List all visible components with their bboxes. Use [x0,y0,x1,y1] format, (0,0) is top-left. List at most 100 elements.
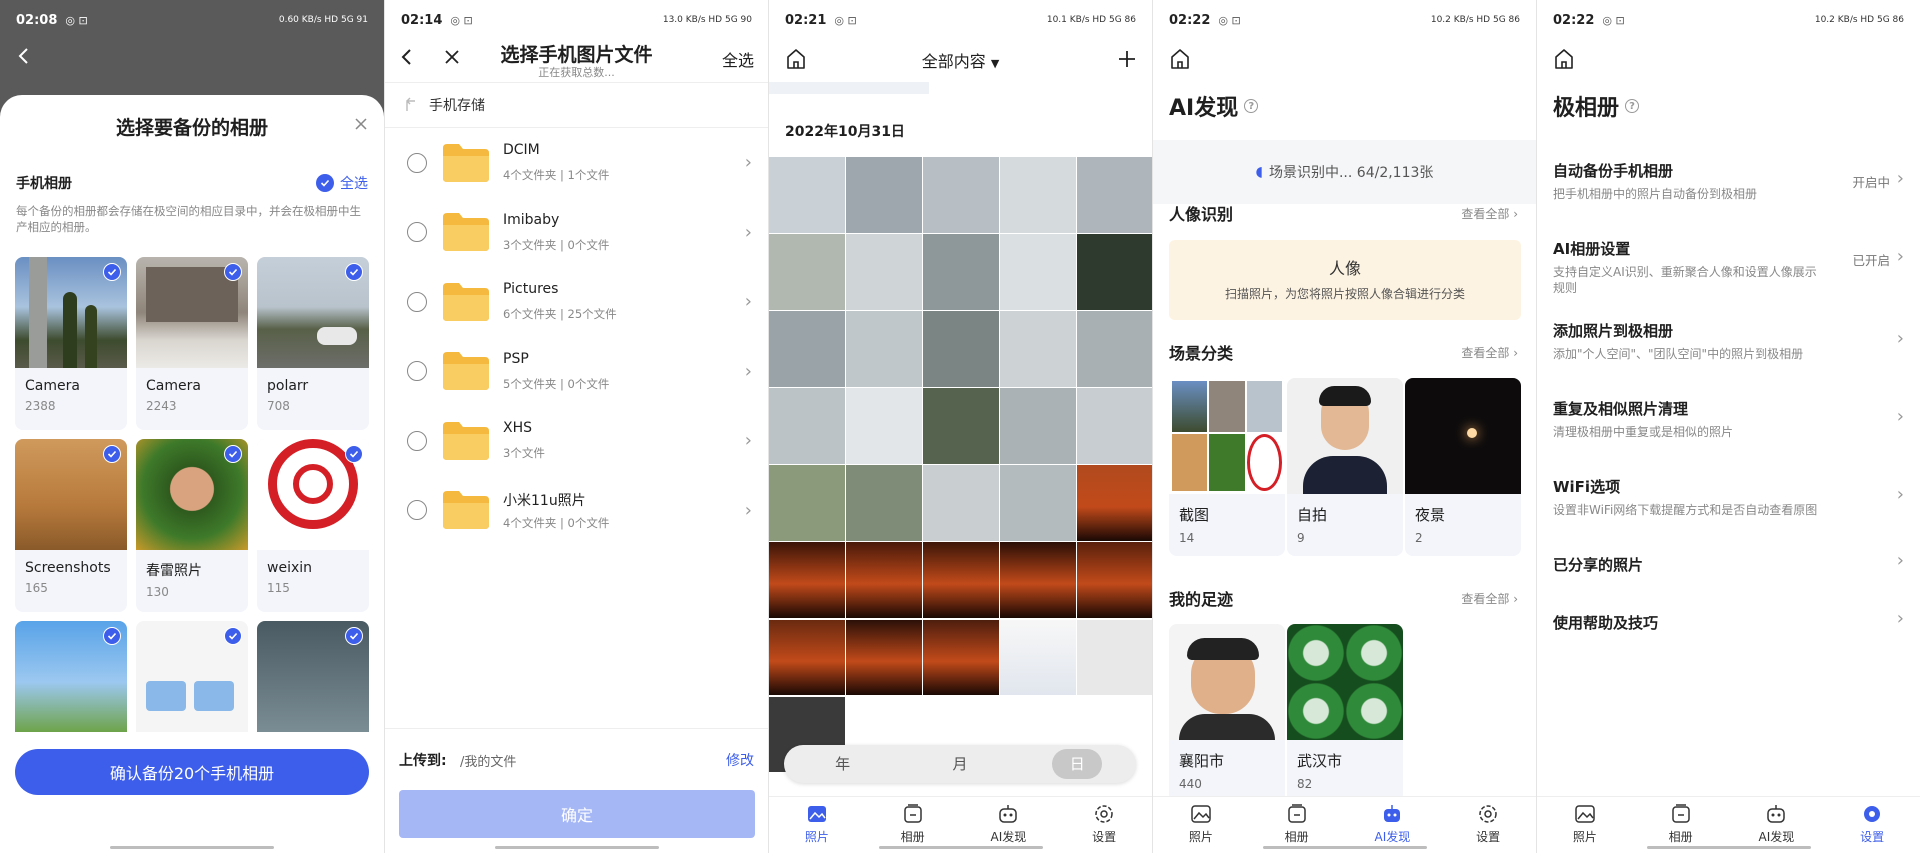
album-card[interactable]: 春雷照片 130 [136,439,248,612]
radio-button[interactable] [407,291,427,312]
place-card[interactable]: 襄阳市 440 [1169,624,1285,802]
confirm-backup-button[interactable]: 确认备份20个手机相册 [15,749,369,795]
breadcrumb-path[interactable]: 手机存储 [429,95,485,115]
see-all-link[interactable]: 查看全部 › [1461,590,1518,607]
photo-thumbnail[interactable] [1000,465,1076,541]
photo-thumbnail[interactable] [769,388,845,464]
photo-thumbnail[interactable] [923,542,999,619]
face-placeholder-card[interactable]: 人像 扫描照片，为您将照片按照人像合辑进行分类 [1169,240,1521,320]
photo-thumbnail[interactable] [1077,388,1152,464]
album-card[interactable]: Screenshots 165 [15,439,127,612]
list-item[interactable]: 小米11u照片 4个文件夹 | 0个文件 › [385,476,768,546]
home-icon[interactable] [1167,46,1193,72]
photo-thumbnail[interactable] [1077,311,1152,387]
album-card[interactable]: polarr 708 [257,257,369,430]
see-all-link[interactable]: 查看全部 › [1461,205,1518,222]
checkmark-icon[interactable] [224,263,242,281]
photo-thumbnail[interactable] [846,465,922,541]
photo-thumbnail[interactable] [769,234,845,310]
tab-settings[interactable]: 设置 [1440,797,1536,853]
tab-ai-discover[interactable]: AI发现 [1729,797,1825,853]
close-icon[interactable] [352,115,370,133]
photo-thumbnail[interactable] [846,311,922,387]
photo-thumbnail[interactable] [1000,234,1076,310]
tab-settings[interactable]: 设置 [1056,797,1152,853]
help-icon[interactable]: ? [1625,99,1640,113]
tab-photos[interactable]: 照片 [1153,797,1249,853]
setting-ai-album[interactable]: AI相册设置 支持自定义AI识别、重新聚合人像和设置人像展示规则 已开启 › [1537,220,1920,298]
photo-thumbnail[interactable] [769,542,845,619]
scene-card[interactable]: 截图 14 [1169,378,1285,556]
photo-thumbnail[interactable] [1077,465,1152,541]
photo-thumbnail[interactable] [1077,157,1152,233]
home-icon[interactable] [1551,46,1577,72]
checkmark-icon[interactable] [345,445,363,463]
photo-thumbnail[interactable] [1000,388,1076,464]
select-all-toggle[interactable]: 全选 [316,173,368,193]
photo-thumbnail[interactable] [1000,619,1076,696]
help-icon[interactable]: ? [1244,99,1259,113]
tab-albums[interactable]: 相册 [1249,797,1345,853]
photo-thumbnail[interactable] [769,465,845,541]
list-item[interactable]: Pictures 6个文件夹 | 25个文件 › [385,267,768,337]
setting-duplicate-cleanup[interactable]: 重复及相似照片清理 清理极相册中重复或是相似的照片 › [1537,380,1920,458]
tab-albums[interactable]: 相册 [1633,797,1729,853]
photo-thumbnail[interactable] [1000,542,1076,619]
content-filter-dropdown[interactable]: 全部内容 ▼ [769,48,1152,72]
back-icon[interactable] [12,44,36,68]
segment-month[interactable]: 月 [935,749,985,779]
album-card[interactable]: Camera 2243 [136,257,248,430]
tab-photos[interactable]: 照片 [769,797,865,853]
setting-wifi[interactable]: WiFi选项 设置非WiFi网络下载提醒方式和是否自动查看原图 › [1537,458,1920,536]
radio-button[interactable] [407,430,427,451]
photo-thumbnail[interactable] [923,234,999,310]
photo-thumbnail[interactable] [1000,311,1076,387]
list-item[interactable]: PSP 5个文件夹 | 0个文件 › [385,337,768,407]
list-item[interactable]: Imibaby 3个文件夹 | 0个文件 › [385,198,768,268]
setting-auto-backup[interactable]: 自动备份手机相册 把手机相册中的照片自动备份到极相册 开启中 › [1537,142,1920,220]
segment-year[interactable]: 年 [818,749,868,779]
photo-thumbnail[interactable] [846,542,922,619]
tab-ai-discover[interactable]: AI发现 [1345,797,1441,853]
photo-thumbnail[interactable] [769,311,845,387]
photo-thumbnail[interactable] [1077,619,1152,696]
radio-button[interactable] [407,222,427,243]
tab-settings[interactable]: 设置 [1824,797,1920,853]
setting-shared-photos[interactable]: 已分享的照片 › [1537,536,1920,594]
checkmark-icon[interactable] [103,445,121,463]
confirm-button[interactable]: 确定 [399,790,755,838]
photo-thumbnail[interactable] [846,388,922,464]
see-all-link[interactable]: 查看全部 › [1461,344,1518,361]
checkmark-icon[interactable] [345,263,363,281]
select-all-button[interactable]: 全选 [722,47,754,71]
radio-button[interactable] [407,361,427,382]
album-card[interactable]: Camera 2388 [15,257,127,430]
checkmark-icon[interactable] [103,263,121,281]
photo-thumbnail[interactable] [1077,234,1152,310]
album-card[interactable]: weixin 115 [257,439,369,612]
plus-icon[interactable] [1114,46,1140,72]
checkmark-icon[interactable] [103,627,121,645]
tab-ai-discover[interactable]: AI发现 [961,797,1057,853]
place-card[interactable]: 武汉市 82 [1287,624,1403,802]
radio-button[interactable] [407,500,427,521]
tab-photos[interactable]: 照片 [1537,797,1633,853]
photo-thumbnail[interactable] [923,465,999,541]
photo-thumbnail[interactable] [769,157,845,233]
checkmark-icon[interactable] [345,627,363,645]
setting-add-photos[interactable]: 添加照片到极相册 添加"个人空间"、"团队空间"中的照片到极相册 › [1537,302,1920,380]
photo-thumbnail[interactable] [846,619,922,696]
tab-albums[interactable]: 相册 [865,797,961,853]
segment-day[interactable]: 日 [1052,749,1103,779]
checkmark-icon[interactable] [224,445,242,463]
up-level-icon[interactable] [393,97,429,113]
photo-thumbnail[interactable] [1000,157,1076,233]
list-item[interactable]: DCIM 4个文件夹 | 1个文件 › [385,128,768,198]
scene-card[interactable]: 夜景 2 [1405,378,1521,556]
photo-thumbnail[interactable] [1077,542,1152,619]
photo-thumbnail[interactable] [846,157,922,233]
scene-card[interactable]: 自拍 9 [1287,378,1403,556]
photo-thumbnail[interactable] [846,234,922,310]
photo-thumbnail[interactable] [923,388,999,464]
photo-thumbnail[interactable] [923,157,999,233]
